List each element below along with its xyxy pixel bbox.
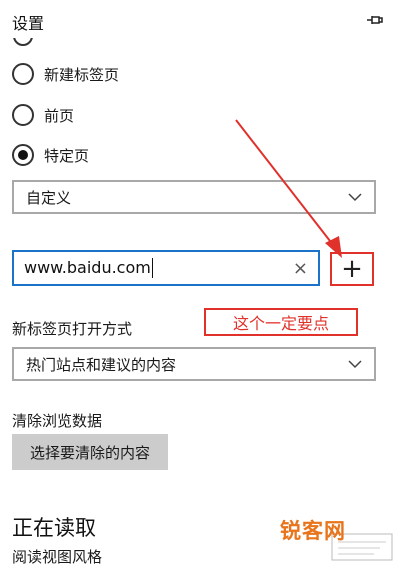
radio-button-selected[interactable] (12, 144, 34, 166)
url-input[interactable]: www.baidu.com × (12, 250, 320, 286)
page-title: 设置 (12, 14, 45, 33)
new-tab-label: 新标签页打开方式 (12, 320, 133, 338)
pin-icon[interactable] (365, 10, 385, 30)
chevron-down-icon (348, 360, 362, 369)
radio-button[interactable] (12, 104, 34, 126)
clear-data-label: 清除浏览数据 (12, 412, 103, 430)
watermark-logo: 锐客网 (280, 519, 346, 543)
radio-option-specific-page[interactable]: 特定页 (12, 142, 89, 168)
radio-label: 新建标签页 (44, 65, 120, 84)
add-page-button[interactable]: + (330, 252, 374, 286)
annotation-label: 这个一定要点 (204, 308, 358, 336)
radio-label: 前页 (44, 106, 75, 125)
radio-option-previous-pages[interactable]: 前页 (12, 102, 74, 128)
radio-option-new-tab[interactable]: 新建标签页 (12, 61, 119, 87)
new-tab-dropdown[interactable]: 热门站点和建议的内容 (12, 347, 376, 381)
plus-icon: + (341, 254, 363, 284)
choose-what-to-clear-button[interactable]: 选择要清除的内容 (12, 434, 168, 470)
dropdown-value: 热门站点和建议的内容 (26, 355, 177, 374)
chevron-down-icon (348, 193, 362, 202)
clear-icon[interactable]: × (293, 258, 308, 279)
url-input-value: www.baidu.com (24, 257, 153, 279)
reading-section-title: 正在读取 (12, 516, 96, 540)
startup-page-dropdown[interactable]: 自定义 (12, 180, 376, 214)
dropdown-value: 自定义 (26, 188, 72, 207)
radio-label: 特定页 (44, 146, 90, 165)
radio-button[interactable] (12, 63, 34, 85)
reading-view-style-label: 阅读视图风格 (12, 548, 103, 566)
